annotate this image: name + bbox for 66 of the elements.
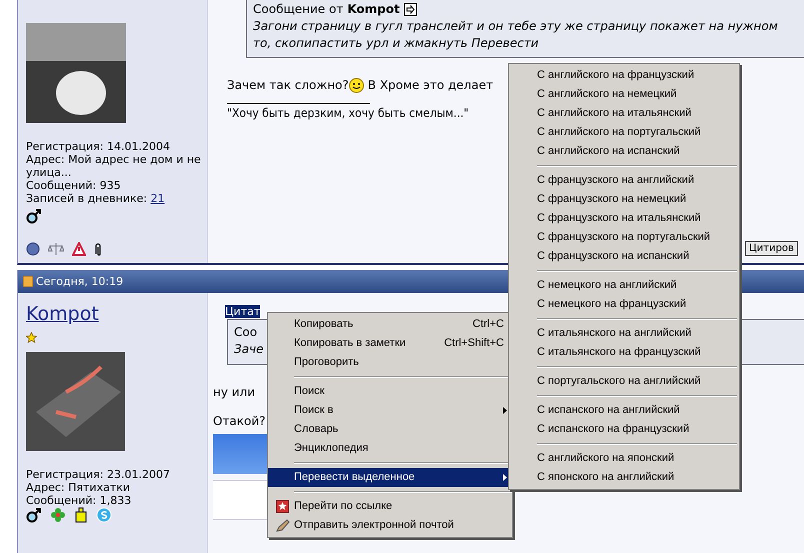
menu-item[interactable]: Поиск [268, 382, 512, 401]
flower-icon [50, 507, 66, 523]
user-info-line: Регистрация: 23.01.2007 [26, 468, 171, 481]
bookmark-icon [276, 500, 289, 513]
menu-item[interactable]: Копировать в заметки Ctrl+Shift+C [268, 334, 512, 353]
quote-button[interactable]: Цитиров [745, 241, 798, 256]
quote-text: Загони страницу в гугл транслейт и он тебе эту же страницу покажет на нужном [253, 18, 779, 35]
signature-text: "Хочу быть дерзким, хочу быть смелым..." [227, 107, 469, 120]
menu-item[interactable]: Копировать Ctrl+C [268, 315, 512, 334]
quote-label: Цитат [225, 305, 260, 318]
male-icon [26, 507, 42, 523]
menu-item[interactable]: С английского на немецкий [509, 85, 739, 104]
quote-text: Заче [234, 341, 264, 358]
submenu-arrow-icon [503, 474, 507, 481]
user-info-line: Адрес: Пятихатки [26, 481, 132, 494]
menu-item[interactable]: С французского на итальянский [509, 209, 739, 228]
username-link[interactable]: Kompot [26, 303, 99, 325]
post-date: Сегодня, 10:19 [36, 275, 124, 288]
user-info-line: Регистрация: 14.01.2004 [26, 140, 171, 153]
menu-item[interactable]: С немецкого на французский [509, 295, 739, 314]
male-icon [26, 208, 42, 224]
post-icon [23, 276, 33, 287]
menu-item[interactable]: С итальянского на французский [509, 343, 739, 362]
menu-item[interactable]: С испанского на английский [509, 401, 739, 420]
user-info-line: Сообщений: 935 [26, 179, 122, 192]
submenu-arrow-icon [503, 407, 507, 414]
menu-item[interactable]: Словарь [268, 420, 512, 439]
message-text: ну или [213, 386, 256, 399]
menu-item[interactable]: С английского на японский [509, 449, 739, 468]
menu-item[interactable]: С немецкого на английский [509, 276, 739, 295]
quote-text: то, скопипастить урл и жмакнуть Перевести [253, 35, 540, 52]
message-text: Отакой? [213, 415, 266, 428]
skype-icon [96, 507, 112, 523]
menu-item[interactable]: С французского на немецкий [509, 190, 739, 209]
star-icon [26, 332, 37, 343]
menu-item[interactable]: Энциклопедия [268, 439, 512, 458]
quote-header: Соо [234, 324, 258, 341]
menu-item[interactable]: С английского на испанский [509, 142, 739, 161]
quote-author: Kompot [347, 1, 400, 18]
menu-item[interactable]: С английского на португальский [509, 123, 739, 142]
menu-item[interactable]: С португальского на английский [509, 372, 739, 391]
menu-item[interactable]: Поиск в [268, 401, 512, 420]
status-icon [26, 242, 40, 256]
menu-item[interactable]: Проговорить [268, 353, 512, 372]
menu-item[interactable]: С японского на английский [509, 468, 739, 487]
paperclip-icon [94, 242, 102, 256]
menu-item[interactable]: С английского на французский [509, 66, 739, 85]
menu-item[interactable]: С французского на английский [509, 171, 739, 190]
menu-item[interactable]: С французского на испанский [509, 247, 739, 266]
user-info-line: Сообщений: 1,833 [26, 494, 132, 507]
go-to-post-icon [404, 3, 417, 16]
menu-item[interactable]: С английского на итальянский [509, 104, 739, 123]
menu-item[interactable]: Перейти по ссылке [268, 497, 512, 516]
quote-header: Сообщение от [253, 1, 344, 18]
message-text: В Хроме это делает [368, 79, 494, 92]
diary-link[interactable]: 21 [150, 192, 165, 205]
menu-item[interactable]: С французского на португальский [509, 228, 739, 247]
message-text: Зачем так сложно? [227, 79, 349, 92]
menu-item[interactable]: Отправить электронной почтой [268, 516, 512, 535]
diary-line: Записей в дневнике: 21 [26, 192, 166, 205]
smiley-icon [348, 78, 364, 93]
user-info-line: Адрес: Мой адрес не дом и не улица... [26, 153, 201, 179]
menu-item[interactable]: С итальянского на английский [509, 324, 739, 343]
menu-item[interactable]: С испанского на французский [509, 420, 739, 439]
warning-icon [72, 242, 86, 256]
scales-icon [48, 242, 64, 256]
